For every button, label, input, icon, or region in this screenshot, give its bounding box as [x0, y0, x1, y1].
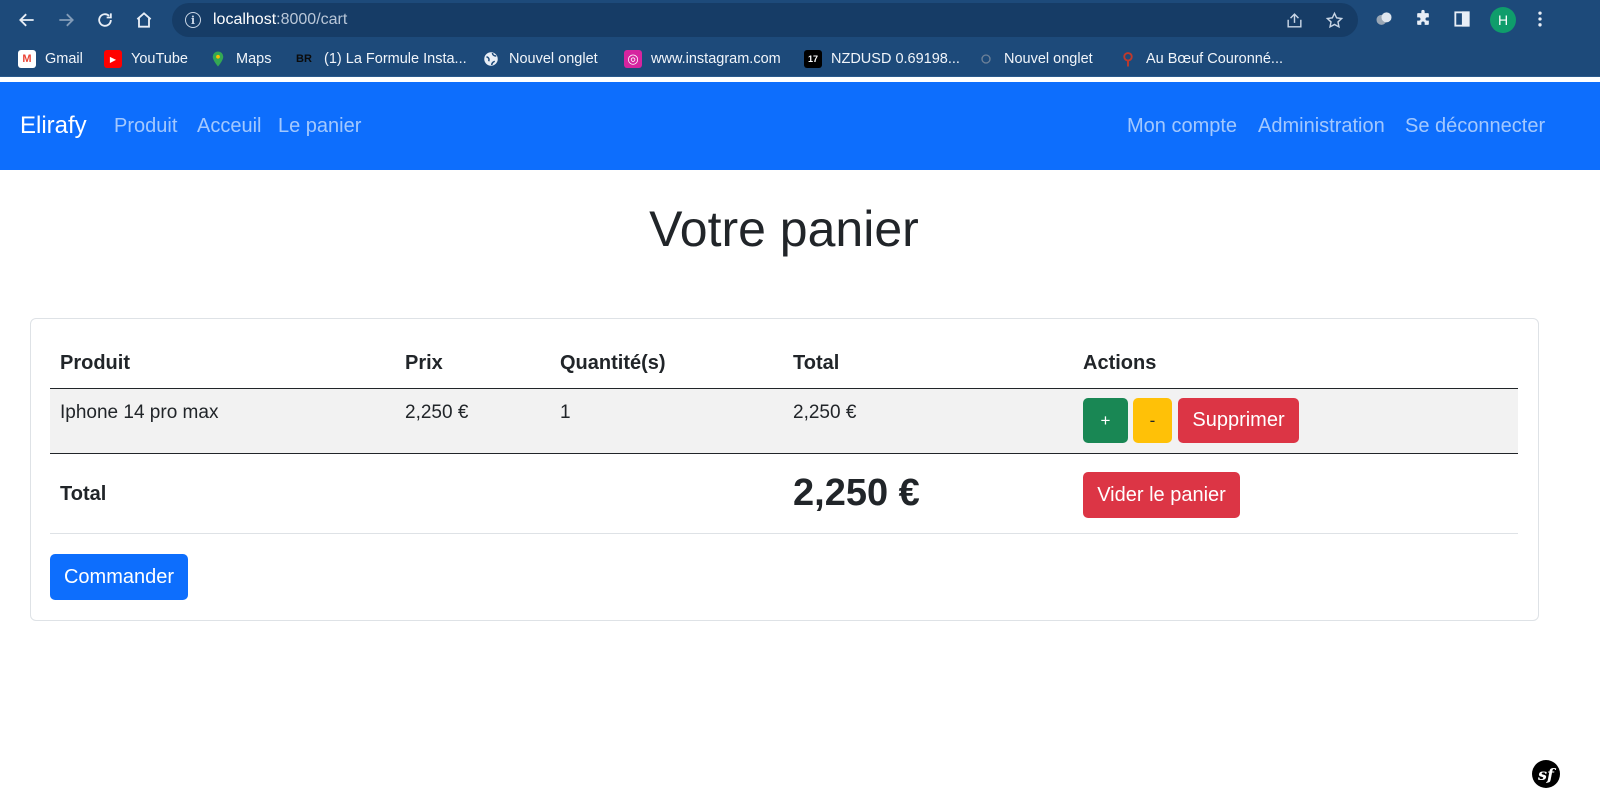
forward-icon[interactable] — [53, 7, 79, 33]
total-label: Total — [60, 483, 107, 505]
address-bar[interactable]: i localhost:8000/cart — [172, 3, 1358, 37]
home-icon[interactable] — [131, 7, 157, 33]
browser-toolbar: i localhost:8000/cart H — [0, 0, 1600, 40]
brand-logo[interactable]: Elirafy — [20, 112, 87, 140]
restaurant-icon — [1119, 50, 1137, 68]
bookmark-label: Nouvel onglet — [509, 51, 598, 67]
cart-card — [30, 318, 1539, 621]
bookmark-nouvel-onglet-1[interactable]: Nouvel onglet — [482, 49, 598, 69]
extension-icon[interactable] — [1374, 9, 1394, 34]
bookmark-instagram[interactable]: ◎ www.instagram.com — [624, 49, 781, 69]
bookmark-gmail[interactable]: M Gmail — [18, 49, 83, 69]
instagram-icon: ◎ — [624, 50, 642, 68]
extensions-puzzle-icon[interactable] — [1413, 9, 1433, 34]
order-button[interactable]: Commander — [50, 554, 188, 600]
menu-kebab-icon[interactable] — [1530, 9, 1550, 34]
new-tab-icon — [977, 50, 995, 68]
maps-icon — [209, 50, 227, 68]
bookmark-label: Au Bœuf Couronné... — [1146, 51, 1284, 67]
back-icon[interactable] — [14, 7, 40, 33]
bookmarks-bar: M Gmail ▶ YouTube Maps BR (1) La Formule… — [0, 40, 1600, 77]
bookmark-label: NZDUSD 0.69198... — [831, 51, 960, 67]
gmail-icon: M — [18, 50, 36, 68]
bookmark-label: (1) La Formule Insta... — [324, 51, 467, 67]
profile-avatar[interactable]: H — [1490, 7, 1516, 33]
bookmark-la-formule[interactable]: BR (1) La Formule Insta... — [293, 49, 467, 69]
total-value: 2,250 € — [793, 472, 920, 514]
nav-link-mon-compte[interactable]: Mon compte — [1127, 115, 1237, 138]
column-header-quantity: Quantité(s) — [560, 352, 666, 374]
bookmark-tradingview[interactable]: 17 NZDUSD 0.69198... — [804, 49, 960, 69]
cell-total: 2,250 € — [793, 402, 857, 423]
bookmark-au-boeuf[interactable]: Au Bœuf Couronné... — [1119, 49, 1283, 69]
decrease-quantity-button[interactable]: - — [1133, 398, 1172, 443]
nav-link-acceuil[interactable]: Acceuil — [197, 115, 261, 138]
share-icon[interactable] — [1285, 11, 1304, 35]
tradingview-icon: 17 — [804, 50, 822, 68]
br-icon: BR — [296, 53, 312, 65]
bookmark-nouvel-onglet-2[interactable]: Nouvel onglet — [977, 49, 1093, 69]
column-header-actions: Actions — [1083, 352, 1157, 374]
nav-link-produit[interactable]: Produit — [114, 115, 177, 138]
divider — [50, 533, 1518, 534]
page-title: Votre panier — [649, 201, 919, 257]
remove-item-button[interactable]: Supprimer — [1178, 398, 1299, 443]
bookmark-label: Maps — [236, 51, 272, 67]
site-info-icon[interactable]: i — [185, 12, 201, 28]
bookmark-star-icon[interactable] — [1325, 11, 1344, 35]
bookmark-label: www.instagram.com — [651, 51, 781, 67]
nav-link-administration[interactable]: Administration — [1258, 115, 1385, 138]
cell-product: Iphone 14 pro max — [60, 402, 219, 423]
symfony-toolbar-icon[interactable]: sf — [1532, 760, 1560, 788]
nav-link-deconnecter[interactable]: Se déconnecter — [1405, 115, 1545, 138]
site-navbar: Elirafy Produit Acceuil Le panier Mon co… — [0, 82, 1600, 170]
nav-link-panier[interactable]: Le panier — [278, 115, 361, 138]
bookmark-youtube[interactable]: ▶ YouTube — [104, 49, 188, 69]
column-header-total: Total — [793, 352, 840, 374]
globe-icon — [482, 50, 500, 68]
bookmark-label: Gmail — [45, 51, 83, 67]
side-panel-icon[interactable] — [1452, 9, 1472, 34]
cell-price: 2,250 € — [405, 402, 469, 423]
increase-quantity-button[interactable]: + — [1083, 398, 1128, 443]
cell-quantity: 1 — [560, 402, 571, 423]
column-header-product: Produit — [60, 352, 130, 374]
bookmark-label: Nouvel onglet — [1004, 51, 1093, 67]
bookmark-maps[interactable]: Maps — [209, 49, 271, 69]
url-text: localhost:8000/cart — [213, 11, 348, 28]
column-header-price: Prix — [405, 352, 443, 374]
bookmark-label: YouTube — [131, 51, 188, 67]
reload-icon[interactable] — [92, 7, 118, 33]
empty-cart-button[interactable]: Vider le panier — [1083, 472, 1240, 518]
youtube-icon: ▶ — [104, 50, 122, 68]
